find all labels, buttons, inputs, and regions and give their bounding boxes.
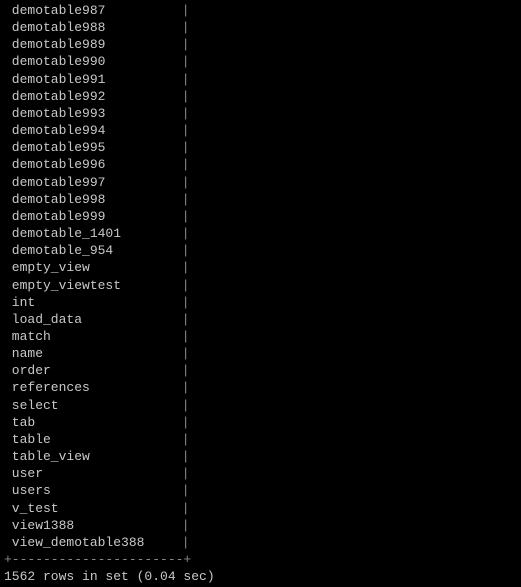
table-row: demotable995 | xyxy=(0,139,521,156)
table-name: table_view xyxy=(4,448,174,465)
table-name: empty_view xyxy=(4,259,174,276)
pipe: | xyxy=(174,122,190,139)
table-name: view1388 xyxy=(4,517,174,534)
table-row: demotable999 | xyxy=(0,208,521,225)
pipe: | xyxy=(174,242,190,259)
table-row: name | xyxy=(0,345,521,362)
pipe: | xyxy=(174,431,190,448)
table-row: tab | xyxy=(0,414,521,431)
table-row: v_test | xyxy=(0,500,521,517)
table-row: demotable996 | xyxy=(0,156,521,173)
table-name: user xyxy=(4,465,174,482)
table-row: table | xyxy=(0,431,521,448)
table-row: demotable994 | xyxy=(0,122,521,139)
table-row: user | xyxy=(0,465,521,482)
table-name: table xyxy=(4,431,174,448)
table-row: select | xyxy=(0,397,521,414)
pipe: | xyxy=(174,328,190,345)
pipe: | xyxy=(174,465,190,482)
pipe: | xyxy=(174,414,190,431)
pipe: | xyxy=(174,2,190,19)
pipe: | xyxy=(174,345,190,362)
pipe: | xyxy=(174,482,190,499)
table-row: demotable989 | xyxy=(0,36,521,53)
table-name: demotable_1401 xyxy=(4,225,174,242)
table-name: demotable991 xyxy=(4,71,174,88)
pipe: | xyxy=(174,448,190,465)
summary: 1562 rows in set (0.04 sec) xyxy=(0,568,521,585)
table-row: view1388 | xyxy=(0,517,521,534)
table-name: demotable988 xyxy=(4,19,174,36)
pipe: | xyxy=(174,259,190,276)
pipe: | xyxy=(174,534,190,551)
pipe: | xyxy=(174,225,190,242)
bottom-divider: +----------------------+ xyxy=(0,551,521,568)
table-name: order xyxy=(4,362,174,379)
table-row: demotable_954 | xyxy=(0,242,521,259)
table-name: load_data xyxy=(4,311,174,328)
table-name: users xyxy=(4,482,174,499)
pipe: | xyxy=(174,105,190,122)
table-name: match xyxy=(4,328,174,345)
pipe: | xyxy=(174,397,190,414)
table-name: select xyxy=(4,397,174,414)
table-name: tab xyxy=(4,414,174,431)
pipe: | xyxy=(174,500,190,517)
table-name: demotable993 xyxy=(4,105,174,122)
table-row: demotable987 | xyxy=(0,2,521,19)
pipe: | xyxy=(174,36,190,53)
table-row: int | xyxy=(0,294,521,311)
table-row: empty_view | xyxy=(0,259,521,276)
pipe: | xyxy=(174,191,190,208)
table-name: demotable987 xyxy=(4,2,174,19)
table-row: view_demotable388 | xyxy=(0,534,521,551)
table-row: demotable992 | xyxy=(0,88,521,105)
pipe: | xyxy=(174,139,190,156)
table-name: demotable994 xyxy=(4,122,174,139)
pipe: | xyxy=(174,53,190,70)
table-name: references xyxy=(4,379,174,396)
pipe: | xyxy=(174,294,190,311)
table-name: v_test xyxy=(4,500,174,517)
table-name: demotable992 xyxy=(4,88,174,105)
table-name: demotable996 xyxy=(4,156,174,173)
table-row: demotable991 | xyxy=(0,71,521,88)
table-row: users | xyxy=(0,482,521,499)
table-row: table_view | xyxy=(0,448,521,465)
pipe: | xyxy=(174,311,190,328)
table-row: demotable993 | xyxy=(0,105,521,122)
table-name: demotable998 xyxy=(4,191,174,208)
pipe: | xyxy=(174,156,190,173)
table-name: int xyxy=(4,294,174,311)
pipe: | xyxy=(174,174,190,191)
pipe: | xyxy=(174,277,190,294)
table-row: load_data | xyxy=(0,311,521,328)
pipe: | xyxy=(174,379,190,396)
table-name: name xyxy=(4,345,174,362)
table-name: demotable999 xyxy=(4,208,174,225)
pipe: | xyxy=(174,362,190,379)
table-row: match | xyxy=(0,328,521,345)
pipe: | xyxy=(174,88,190,105)
pipe: | xyxy=(174,517,190,534)
table-row: demotable998 | xyxy=(0,191,521,208)
pipe: | xyxy=(174,71,190,88)
table-name: empty_viewtest xyxy=(4,277,174,294)
table-name: demotable997 xyxy=(4,174,174,191)
table-row: empty_viewtest | xyxy=(0,277,521,294)
table-row: order | xyxy=(0,362,521,379)
pipe: | xyxy=(174,19,190,36)
table-row: demotable988 | xyxy=(0,19,521,36)
table-name: view_demotable388 xyxy=(4,534,174,551)
table-row: demotable_1401 | xyxy=(0,225,521,242)
table-name: demotable990 xyxy=(4,53,174,70)
table-row: demotable997 | xyxy=(0,174,521,191)
table-name: demotable_954 xyxy=(4,242,174,259)
table-name: demotable995 xyxy=(4,139,174,156)
terminal-output: demotable987 | demotable988 | demotable9… xyxy=(0,2,521,585)
table-name: demotable989 xyxy=(4,36,174,53)
pipe: | xyxy=(174,208,190,225)
table-row: demotable990 | xyxy=(0,53,521,70)
table-row: references | xyxy=(0,379,521,396)
